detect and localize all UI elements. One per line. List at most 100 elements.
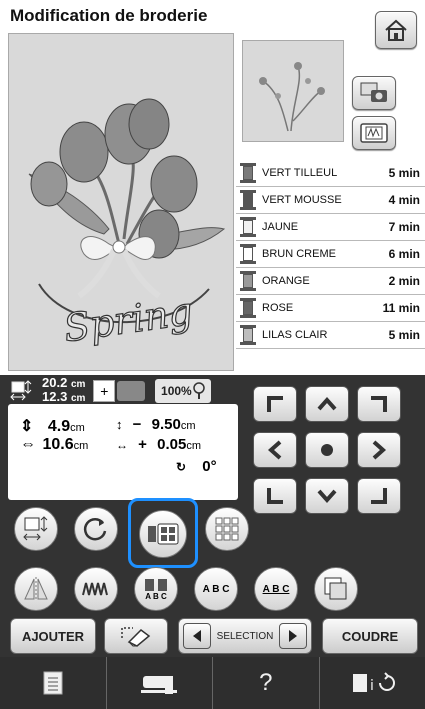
footer-bar: ? i <box>0 657 425 709</box>
document-button[interactable] <box>0 657 107 709</box>
chevron-down-icon <box>317 489 337 504</box>
move-down-button[interactable] <box>305 478 349 514</box>
zoom-button[interactable]: 100% <box>155 379 212 403</box>
width-value: 10.6 <box>42 436 74 453</box>
color-list: VERT TILLEUL 5 min VERT MOUSSE 4 min JAUNE 7 … <box>236 160 425 349</box>
corner-up-left-icon <box>267 396 283 412</box>
thread-spool-icon <box>240 298 256 318</box>
color-row[interactable]: VERT TILLEUL 5 min <box>236 160 425 187</box>
y-offset-value: 9.50 <box>151 416 181 433</box>
resize-button[interactable] <box>14 507 58 551</box>
arc-text-button[interactable]: A B C <box>194 567 238 611</box>
chevron-left-icon <box>267 440 282 460</box>
eraser-button[interactable] <box>104 618 168 654</box>
size-icon <box>10 380 32 401</box>
color-row[interactable]: JAUNE 7 min <box>236 214 425 241</box>
corner-down-right-icon <box>371 488 387 504</box>
corner-up-right-icon <box>371 396 387 412</box>
abc-label-2: A B C <box>202 583 230 595</box>
color-row[interactable]: ORANGE 2 min <box>236 268 425 295</box>
zigzag-icon <box>82 582 108 596</box>
color-name: LILAS CLAIR <box>262 329 328 341</box>
thread-abc-button[interactable]: A B C <box>134 567 178 611</box>
move-down-right-button[interactable] <box>357 478 401 514</box>
move-down-left-button[interactable] <box>253 478 297 514</box>
width-arrow-icon: ⇔ <box>20 436 36 453</box>
size-strip: 20.2 cm 12.3 cm + 100% <box>8 376 238 404</box>
move-up-button[interactable] <box>305 386 349 422</box>
text-spacing-button[interactable]: A B C <box>254 567 298 611</box>
width-unit: cm <box>73 440 89 452</box>
thread-spool-icon <box>240 244 256 264</box>
height-arrow-icon: ⇕ <box>20 418 34 435</box>
color-row[interactable]: VERT MOUSSE 4 min <box>236 187 425 214</box>
border-button[interactable] <box>314 567 358 611</box>
x-offset-unit: cm <box>186 440 201 452</box>
eraser-icon <box>121 627 151 647</box>
move-up-right-button[interactable] <box>357 386 401 422</box>
horizontal-offset-icon: ↔ <box>116 438 128 452</box>
home-button[interactable] <box>375 11 417 49</box>
color-row[interactable]: ROSE 11 min <box>236 295 425 322</box>
selection-label: SELECTION <box>216 630 274 642</box>
chevron-right-icon <box>372 440 387 460</box>
corner-down-left-icon <box>267 488 283 504</box>
rotation-value: 0 <box>202 458 211 475</box>
frame-size-icon <box>117 381 146 401</box>
help-button[interactable]: ? <box>213 657 320 709</box>
y-offset-sign: − <box>132 416 142 433</box>
selection-control: SELECTION <box>178 618 312 654</box>
svg-text:Spring: Spring <box>61 289 195 351</box>
color-time: 4 min <box>388 193 420 207</box>
camera-scan-button[interactable] <box>352 76 396 110</box>
thread-spool-icon <box>240 325 256 345</box>
color-time: 7 min <box>388 220 420 234</box>
mirror-icon <box>24 577 48 601</box>
grid-button[interactable] <box>205 507 249 551</box>
settings-button[interactable]: i <box>320 657 425 709</box>
abc-label-3: A B C <box>262 583 290 595</box>
color-time: 2 min <box>388 274 420 288</box>
thread-spool-icon <box>240 190 256 210</box>
abc-label-1: A B C <box>145 591 167 601</box>
ajouter-button[interactable]: AJOUTER <box>10 618 96 654</box>
size-unit: cm <box>70 379 86 390</box>
dimension-info: ⇕ 4.9cm ⇔ 10.6cm ↕ − 9.50cm ↔ + 0.05cm ↻… <box>8 404 238 500</box>
frame-display-icon: + <box>93 380 116 402</box>
rotation-icon: ↻ <box>176 460 187 474</box>
vertical-offset-icon: ↕ <box>116 417 123 432</box>
color-name: ROSE <box>262 302 294 314</box>
selection-prev-button[interactable] <box>183 623 211 649</box>
color-name: BRUN CREME <box>262 248 336 260</box>
coudre-button[interactable]: COUDRE <box>322 618 418 654</box>
triangle-left-icon <box>193 630 201 642</box>
color-change-button[interactable] <box>139 510 187 558</box>
x-offset-sign: + <box>138 436 147 453</box>
center-dot-icon <box>321 444 333 456</box>
embroidery-image: Spring <box>28 98 226 351</box>
move-right-button[interactable] <box>357 432 401 468</box>
selection-next-button[interactable] <box>279 623 307 649</box>
sewing-machine-icon <box>141 676 178 694</box>
spools-icon <box>145 578 167 591</box>
color-name: VERT TILLEUL <box>262 167 338 179</box>
color-time: 5 min <box>388 166 420 180</box>
color-time: 5 min <box>388 328 420 342</box>
sewing-machine-button[interactable] <box>107 657 213 709</box>
color-name: VERT MOUSSE <box>262 194 342 206</box>
thumbnail-preview <box>242 40 344 142</box>
rotate-button[interactable] <box>74 507 118 551</box>
density-button[interactable] <box>74 567 118 611</box>
color-row[interactable]: LILAS CLAIR 5 min <box>236 322 425 349</box>
color-row[interactable]: BRUN CREME 6 min <box>236 241 425 268</box>
move-left-button[interactable] <box>253 432 297 468</box>
height-unit: cm <box>70 422 85 434</box>
frame-view-button[interactable] <box>352 116 396 150</box>
size-unit-2: cm <box>70 393 86 404</box>
magnifier-icon <box>192 382 205 399</box>
document-icon <box>43 671 63 695</box>
move-up-left-button[interactable] <box>253 386 297 422</box>
mirror-button[interactable] <box>14 567 58 611</box>
x-offset-value: 0.05 <box>157 436 187 453</box>
center-button[interactable] <box>305 432 349 468</box>
